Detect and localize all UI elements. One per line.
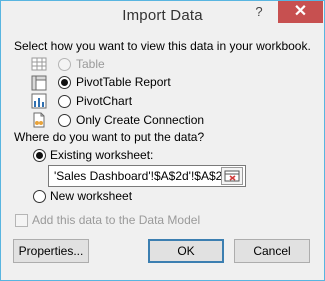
range-reference-input[interactable]: 'Sales Dashboard'!$A$2d'!$A$2: [48, 165, 246, 187]
pivotchart-radio[interactable]: [58, 95, 71, 108]
ok-button[interactable]: OK: [148, 239, 224, 263]
pivottable-option-label: PivotTable Report: [76, 75, 171, 89]
data-model-checkbox[interactable]: [15, 214, 28, 227]
title-bar[interactable]: Import Data ? ✕: [1, 1, 324, 31]
cancel-button[interactable]: Cancel: [234, 239, 310, 263]
data-model-label: Add this data to the Data Model: [32, 213, 201, 227]
table-option-label: Table: [76, 57, 105, 71]
pivotchart-icon: [31, 93, 47, 109]
pivottable-radio[interactable]: [58, 76, 71, 89]
existing-worksheet-label: Existing worksheet:: [50, 148, 154, 162]
new-worksheet-radio[interactable]: [33, 190, 46, 203]
pivottable-icon: [31, 75, 47, 91]
view-heading: Select how you want to view this data in…: [14, 39, 311, 53]
location-heading: Where do you want to put the data?: [14, 130, 205, 144]
table-radio[interactable]: [58, 58, 71, 71]
table-icon: [31, 57, 47, 71]
connection-radio[interactable]: [58, 114, 71, 127]
help-button[interactable]: ?: [240, 1, 278, 23]
import-data-dialog: Import Data ? ✕ Select how you want to v…: [0, 0, 325, 281]
new-worksheet-label: New worksheet: [50, 189, 133, 203]
properties-button[interactable]: Properties...: [13, 239, 89, 263]
connection-option-label: Only Create Connection: [76, 113, 205, 127]
connection-icon: [33, 112, 45, 128]
pivotchart-option-label: PivotChart: [76, 94, 133, 108]
existing-worksheet-radio[interactable]: [33, 149, 46, 162]
range-reference-value: 'Sales Dashboard'!$A$2d'!$A$2: [54, 169, 223, 183]
collapse-dialog-icon[interactable]: [221, 167, 243, 185]
close-button[interactable]: ✕: [278, 1, 323, 23]
